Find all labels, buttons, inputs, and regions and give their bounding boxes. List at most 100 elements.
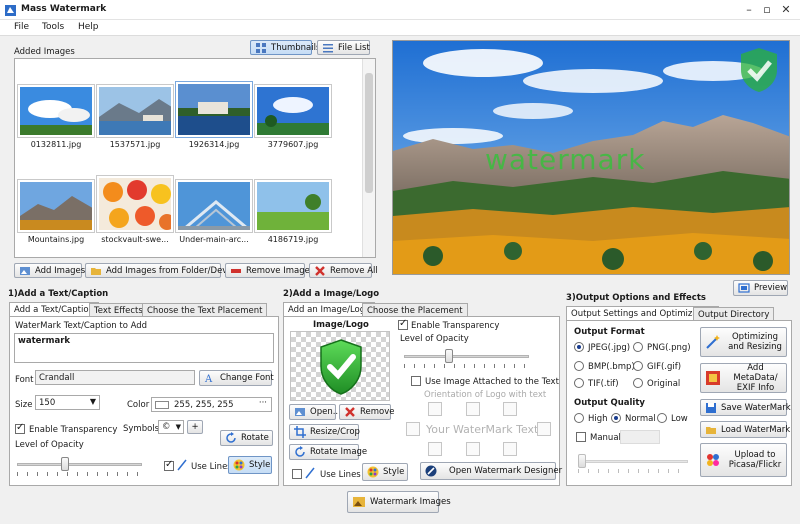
format-gif-radio[interactable] [633,361,643,371]
optimizing-resizing-button[interactable]: Optimizing and Resizing [700,327,787,357]
attached-text-label: Use Image Attached to the Text [425,377,559,387]
thumbnail-caption: 1926314.jpg [188,140,240,149]
rotate-image-button[interactable]: Rotate Image [289,444,367,460]
quality-low-radio[interactable] [657,413,667,423]
add-images-button[interactable]: Add Images [14,263,85,278]
text-opacity-thumb[interactable] [61,457,70,471]
color-field[interactable]: 255, 255, 255 ··· [151,397,272,412]
upload-button[interactable]: Upload to Picasa/Flickr [700,443,787,477]
manual-quality-checkbox[interactable] [576,432,586,442]
quality-slider-thumb[interactable] [578,454,586,468]
quality-normal-radio[interactable] [611,413,621,423]
thumbnail-image[interactable] [176,180,252,232]
orientation-left[interactable] [406,422,420,436]
scrollbar-thumb[interactable] [365,73,373,193]
load-watermark-button[interactable]: Load WaterMark [700,421,790,438]
orientation-bottom[interactable] [466,442,480,456]
logo-opacity-track[interactable] [404,355,529,358]
format-tif-radio[interactable] [574,378,584,388]
thumbnail-image[interactable] [97,176,173,232]
tab-add-text[interactable]: Add a Text/Caption [9,302,99,317]
watermark-images-button[interactable]: Watermark Images [347,491,451,513]
orientation-top-left[interactable] [428,402,442,416]
orientation-right[interactable] [537,422,551,436]
close-icon[interactable]: ✕ [779,2,793,16]
format-png-radio[interactable] [633,342,643,352]
text-use-lines-checkbox[interactable] [164,459,174,471]
orientation-top-right[interactable] [503,402,517,416]
load-icon [706,426,716,434]
format-jpeg-radio[interactable] [574,342,584,352]
file-list-button[interactable]: File List [317,40,370,55]
orientation-label: Orientation of Logo with text [424,390,547,400]
add-symbol-button[interactable]: + [187,420,203,434]
thumbnails-button[interactable]: Thumbnails [250,40,320,55]
thumbnail-image[interactable] [18,180,94,232]
minimize-icon[interactable]: – [742,2,756,16]
text-style-button[interactable]: Style [228,456,272,474]
line-icon [177,459,187,471]
maximize-icon[interactable]: ▫ [760,2,774,16]
thumbnail-image[interactable] [18,85,94,137]
tab-text-effects[interactable]: Text Effects [89,303,148,317]
thumb-bridge-art [178,182,250,230]
image-logo-label: Image/Logo [313,320,369,330]
remove-logo-button[interactable]: Remove [339,404,395,420]
open-designer-button[interactable]: Open Watermark Designer [420,462,562,480]
upload-label: Upload to Picasa/Flickr [728,450,782,470]
logo-style-button[interactable]: Style [362,463,408,481]
size-select[interactable]: 150 ▼ [35,395,100,410]
tab-text-placement[interactable]: Choose the Text Placement [142,303,268,317]
preview-button[interactable]: Preview [733,280,788,296]
orientation-top[interactable] [466,402,480,416]
caption-input[interactable]: watermark [14,333,274,363]
image-list-scrollbar[interactable] [362,59,375,257]
orientation-bottom-left[interactable] [428,442,442,456]
menu-help[interactable]: Help [78,22,99,32]
menu-bar [0,20,800,36]
attached-text-checkbox[interactable] [411,376,421,386]
add-folder-label: Add Images from Folder/Device [106,265,240,276]
thumbnails-label: Thumbnails [271,42,321,53]
optimizing-resizing-label: Optimizing and Resizing [728,332,782,352]
remove-image-button[interactable]: Remove Image [225,263,310,278]
orientation-bottom-right[interactable] [503,442,517,456]
menu-file[interactable]: File [14,22,29,32]
thumbnail-image[interactable] [255,85,331,137]
format-original-radio[interactable] [633,378,643,388]
color-value: 255, 255, 255 [174,400,234,410]
tab-logo-placement[interactable]: Choose the Placement [362,303,468,317]
menu-tools[interactable]: Tools [42,22,64,32]
logo-use-lines-checkbox[interactable] [292,469,302,479]
thumbnail-caption: 1537571.jpg [109,140,161,149]
tab-output-directory[interactable]: Output Directory [693,307,775,321]
logo-transparency-checkbox[interactable] [398,318,408,330]
remove-all-button[interactable]: Remove All [309,263,378,278]
add-folder-button[interactable]: Add Images from Folder/Device [85,263,240,278]
add-metadata-button[interactable]: Add MetaData/ EXIF Info [700,363,787,393]
text-opacity-track[interactable] [17,463,142,466]
quality-slider-track[interactable] [578,460,688,463]
format-bmp-radio[interactable] [574,361,584,371]
logo-opacity-ticks [404,364,529,368]
thumbnail-image[interactable] [176,82,252,137]
font-field[interactable]: Crandall [35,370,195,385]
quality-high-radio[interactable] [574,413,584,423]
more-icon[interactable]: ··· [259,398,267,408]
manual-quality-input[interactable] [620,430,660,444]
caption-label: WaterMark Text/Caption to Add [15,321,148,331]
rotate-text-button[interactable]: Rotate [220,430,273,446]
section3-title: 3)Output Options and Effects [566,293,706,303]
logo-opacity-thumb[interactable] [444,349,453,363]
change-font-label: Change Font [220,373,274,383]
delete-icon [315,265,325,276]
thumbnail-image[interactable] [255,180,331,232]
open-logo-button[interactable]: Open.. [289,404,338,420]
save-watermark-button[interactable]: Save WaterMark [700,399,791,416]
enable-transparency-checkbox[interactable] [15,422,25,434]
thumbnail-image[interactable] [97,85,173,137]
output-quality-label: Output Quality [574,398,645,408]
resize-crop-button[interactable]: Resize/Crop [289,424,360,440]
change-font-button[interactable]: A Change Font [199,370,274,386]
symbols-select[interactable]: © ▼ [158,420,184,434]
